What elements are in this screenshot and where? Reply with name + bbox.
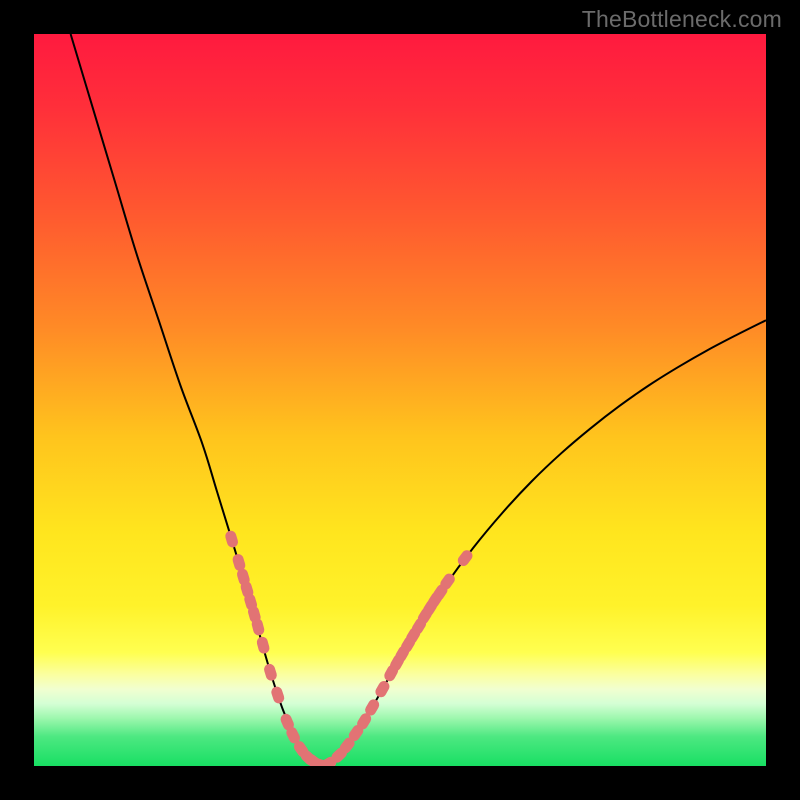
chart-frame — [0, 0, 800, 800]
bottleneck-curve — [71, 34, 766, 765]
plot-area — [34, 34, 766, 766]
watermark-text: TheBottleneck.com — [582, 6, 782, 33]
marker-point — [256, 636, 271, 655]
marker-point — [373, 679, 391, 699]
chart-svg — [34, 34, 766, 766]
marker-point — [224, 529, 239, 548]
marker-point — [263, 663, 278, 682]
marker-point — [270, 685, 286, 705]
highlighted-points — [224, 529, 475, 766]
